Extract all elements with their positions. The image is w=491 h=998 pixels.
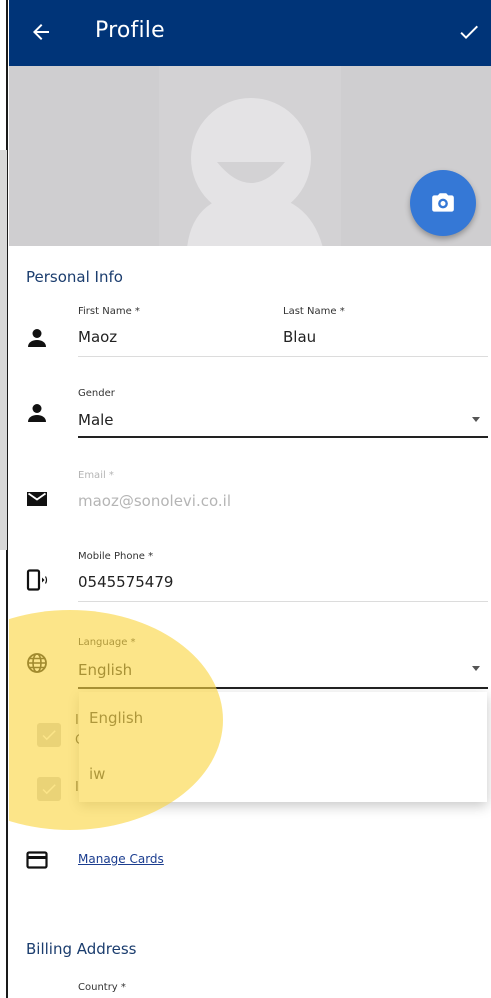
- first-name-label: First Name *: [78, 306, 140, 317]
- personal-info-heading: Personal Info: [26, 268, 123, 286]
- envelope-icon: [25, 487, 49, 511]
- gender-select[interactable]: Male: [78, 411, 114, 429]
- caret-down-icon[interactable]: [472, 666, 480, 671]
- email-label: Email *: [78, 470, 114, 481]
- background-window-sliver: [0, 150, 7, 550]
- back-arrow-icon[interactable]: [29, 20, 53, 44]
- globe-icon: [25, 651, 49, 675]
- mobile-phone-label: Mobile Phone *: [78, 551, 154, 562]
- language-select[interactable]: English: [78, 661, 132, 679]
- profile-screen: Profile Personal Info First Name * Maoz …: [9, 0, 491, 998]
- person-icon: [25, 401, 49, 425]
- mobile-phone-input[interactable]: 0545575479: [78, 573, 173, 591]
- save-check-icon[interactable]: [457, 20, 481, 44]
- language-dropdown-menu: English iw: [79, 692, 487, 802]
- name-underline: [78, 356, 488, 357]
- caret-down-icon[interactable]: [472, 417, 480, 422]
- gender-label: Gender: [78, 388, 115, 399]
- page-title: Profile: [95, 18, 165, 43]
- avatar-placeholder: [159, 66, 341, 246]
- country-label: Country *: [78, 982, 126, 993]
- preference-checkbox-2[interactable]: [37, 777, 61, 801]
- manage-cards-link[interactable]: Manage Cards: [78, 852, 164, 866]
- mobile-phone-icon: [25, 568, 49, 592]
- mobile-phone-underline: [78, 601, 488, 602]
- language-label: Language *: [78, 637, 136, 648]
- window-left-edge: [0, 0, 8, 998]
- language-option-english[interactable]: English: [89, 709, 143, 727]
- credit-card-icon: [25, 848, 49, 872]
- app-bar: Profile: [9, 0, 491, 66]
- first-name-input[interactable]: Maoz: [78, 328, 117, 346]
- last-name-label: Last Name *: [283, 306, 345, 317]
- language-underline: [78, 687, 488, 689]
- preference-checkbox-1[interactable]: [37, 723, 61, 747]
- language-option-iw[interactable]: iw: [89, 765, 105, 783]
- person-icon: [25, 326, 49, 350]
- email-input: maoz@sonolevi.co.il: [78, 492, 232, 510]
- change-photo-button[interactable]: [410, 170, 476, 236]
- billing-address-heading: Billing Address: [26, 940, 137, 958]
- gender-underline: [78, 436, 488, 438]
- last-name-input[interactable]: Blau: [283, 328, 316, 346]
